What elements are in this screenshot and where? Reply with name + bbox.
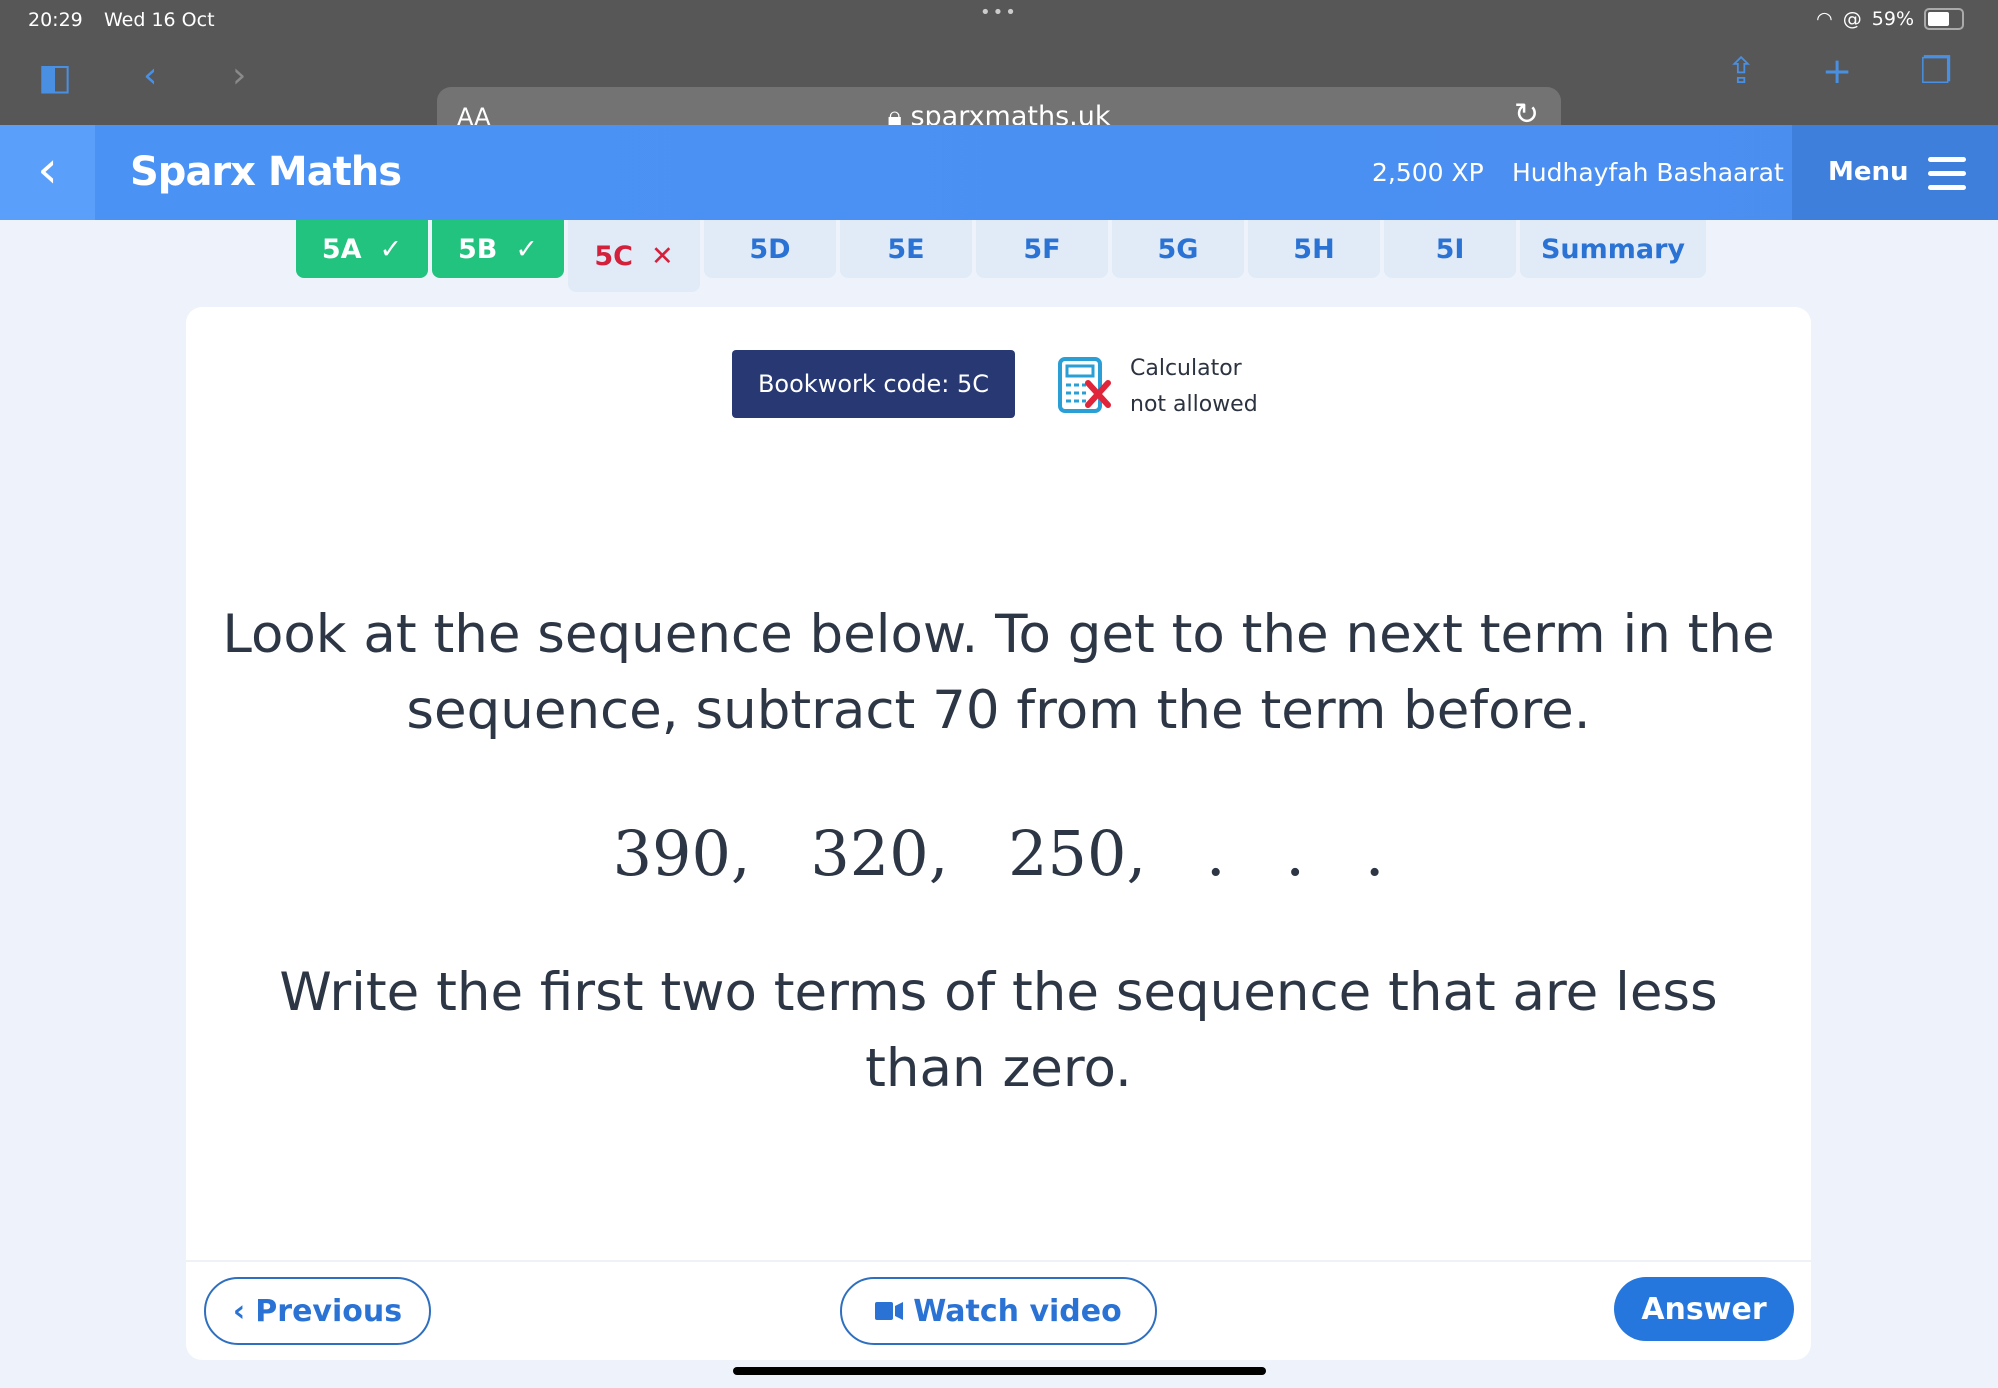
tab-label: 5I [1435,233,1465,265]
battery-icon [1924,8,1964,30]
question-text-line: than zero. [865,1038,1132,1099]
cross-icon: ✕ [650,240,674,272]
chevron-left-icon: ‹ [232,1293,246,1329]
check-icon: ✓ [379,233,403,265]
tab-5f[interactable]: 5F [976,220,1108,278]
sidebar-icon[interactable]: ◧ [38,60,72,96]
answer-button[interactable]: Answer [1614,1277,1794,1341]
question-prompt: Write the first two terms of the sequenc… [186,955,1811,1107]
tab-label: 5E [887,233,925,265]
share-icon[interactable]: ⇪ [1726,54,1756,90]
tabs-icon[interactable]: ❐ [1920,54,1952,90]
tab-label: 5G [1157,233,1199,265]
bookwork-code: Bookwork code: 5C [732,350,1015,418]
tab-label: 5H [1293,233,1335,265]
tab-5b[interactable]: 5B ✓ [432,220,564,278]
calculator-status: Calculator not allowed [1130,351,1258,423]
video-camera-icon [875,1302,904,1320]
tab-label: 5B [458,233,498,265]
forward-icon[interactable]: › [232,58,246,94]
question-intro: Look at the sequence below. To get to th… [186,597,1811,749]
sequence: 390, 320, 250, . . . [612,817,1385,890]
tab-5h[interactable]: 5H [1248,220,1380,278]
question-text-line: Look at the sequence below. To get to th… [222,604,1775,665]
status-bar: 20:29 Wed 16 Oct ••• ◠ @ 59% [0,0,1998,40]
tab-label: 5C [594,240,633,272]
hamburger-icon [1928,157,1966,199]
rotation-lock-icon: @ [1842,8,1862,30]
battery-percent: 59% [1871,8,1914,30]
question-card: Bookwork code: 5C Calculator not allowed… [186,307,1811,1360]
status-time: 20:29 [28,9,83,31]
previous-button[interactable]: ‹ Previous [204,1277,431,1345]
question-text-line: sequence, subtract 70 from the term befo… [406,680,1591,741]
tab-5e[interactable]: 5E [840,220,972,278]
check-icon: ✓ [515,233,538,265]
tab-5i[interactable]: 5I [1384,220,1516,278]
multitask-dots-icon[interactable]: ••• [980,2,1018,23]
tab-label: Summary [1540,233,1686,265]
browser-toolbar: ◧ ‹ › AA 🔒︎ sparxmaths.uk ↻ ⇪ + ❐ [0,40,1998,147]
app-header: ‹ Sparx Maths 2,500 XP Hudhayfah Bashaar… [0,125,1998,220]
calculator-rule: not allowed [1130,392,1258,417]
tab-5d[interactable]: 5D [704,220,836,278]
status-date: Wed 16 Oct [104,9,215,31]
tab-summary[interactable]: Summary [1520,220,1706,278]
task-tabs: 5A ✓ 5B ✓ 5C ✕ 5D 5E 5F 5G 5H 5I Summary [296,220,1706,292]
menu-label: Menu [1828,157,1909,187]
wifi-icon: ◠ [1816,8,1833,30]
question-text-line: Write the first two terms of the sequenc… [279,962,1718,1023]
watch-video-button[interactable]: Watch video [840,1277,1157,1345]
divider [186,1260,1811,1262]
tab-5c[interactable]: 5C ✕ [568,220,700,292]
xp-count: 2,500 XP [1372,158,1484,187]
calculator-not-allowed-icon [1058,357,1111,413]
tab-5a[interactable]: 5A ✓ [296,220,428,278]
home-indicator[interactable] [733,1367,1266,1375]
menu-button[interactable]: Menu [1792,125,1998,220]
new-tab-icon[interactable]: + [1822,54,1852,90]
tab-label: 5D [749,233,791,265]
user-name: Hudhayfah Bashaarat [1512,158,1784,187]
tab-label: 5F [1023,233,1061,265]
back-button[interactable]: ‹ [0,125,95,220]
button-label: Watch video [913,1293,1122,1329]
button-label: Previous [255,1293,403,1329]
tab-5g[interactable]: 5G [1112,220,1244,278]
calculator-label: Calculator [1130,356,1242,381]
back-icon[interactable]: ‹ [143,58,157,94]
tab-label: 5A [321,233,362,265]
app-title: Sparx Maths [130,149,402,195]
